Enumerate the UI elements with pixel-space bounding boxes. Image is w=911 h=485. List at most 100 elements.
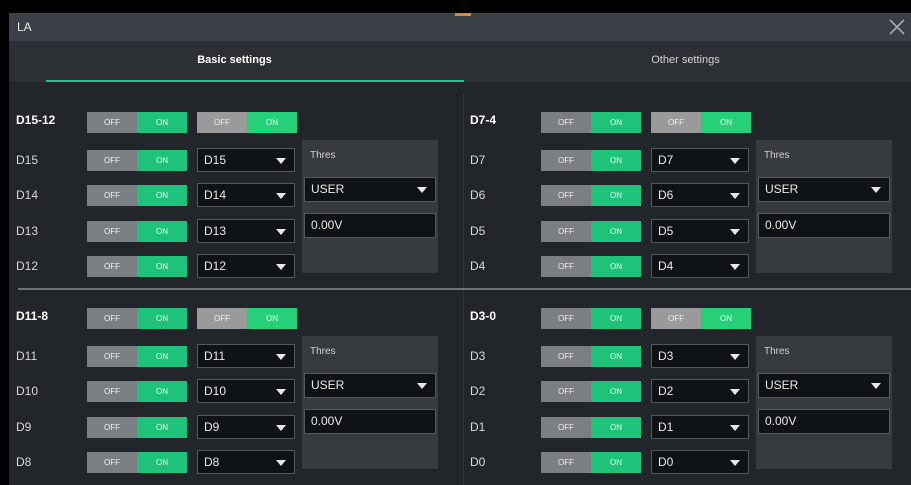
threshold-mode-select[interactable]: USER (758, 177, 890, 202)
group-on-off-toggle[interactable]: OFF ON (541, 308, 641, 329)
channel-on-off-toggle[interactable]: OFF ON (541, 221, 641, 242)
channel-label-select[interactable]: D12 (197, 254, 295, 278)
channel-on-off-toggle[interactable]: OFF ON (87, 452, 187, 473)
channel-label-select[interactable]: D5 (651, 219, 749, 243)
group-display-toggle[interactable]: OFF ON (197, 308, 297, 329)
group-display-toggle[interactable]: OFF ON (651, 308, 751, 329)
channel-on-off-toggle[interactable]: OFF ON (87, 150, 187, 171)
channel-label: D11 (16, 349, 38, 363)
channel-label-value: D7 (658, 153, 674, 167)
toggle-off-label: OFF (87, 381, 137, 402)
toggle-off-label: OFF (541, 185, 591, 206)
title-bar: LA (9, 13, 911, 41)
threshold-mode-value: USER (765, 378, 799, 392)
group-on-off-toggle[interactable]: OFF ON (87, 112, 187, 133)
threshold-label: Thres (310, 346, 336, 357)
toggle-on-label: ON (591, 150, 641, 171)
channel-label-select[interactable]: D3 (651, 344, 749, 368)
group-display-toggle[interactable]: OFF ON (197, 112, 297, 133)
channel-label-select[interactable]: D6 (651, 183, 749, 207)
chevron-down-icon (730, 193, 740, 199)
channel-on-off-toggle[interactable]: OFF ON (541, 381, 641, 402)
channel-label-select[interactable]: D7 (651, 148, 749, 172)
channel-on-off-toggle[interactable]: OFF ON (87, 221, 187, 242)
toggle-on-label: ON (137, 417, 187, 438)
threshold-label: Thres (764, 150, 790, 161)
toggle-on-label: ON (137, 256, 187, 277)
channel-label-select[interactable]: D2 (651, 379, 749, 403)
threshold-value-input[interactable]: 0.00V (304, 213, 436, 238)
chevron-down-icon (276, 229, 286, 235)
group-on-off-toggle[interactable]: OFF ON (541, 112, 641, 133)
channel-label: D12 (16, 259, 39, 273)
threshold-mode-select[interactable]: USER (304, 373, 436, 398)
channel-label-select[interactable]: D11 (197, 344, 295, 368)
group-header: D3-0 (470, 309, 497, 323)
channel-label-select[interactable]: D13 (197, 219, 295, 243)
toggle-on-label: ON (137, 221, 187, 242)
channel-label-select[interactable]: D0 (651, 450, 749, 474)
channel-on-off-toggle[interactable]: OFF ON (87, 381, 187, 402)
channel-on-off-toggle[interactable]: OFF ON (541, 150, 641, 171)
toggle-off-label: OFF (541, 256, 591, 277)
channel-on-off-toggle[interactable]: OFF ON (541, 417, 641, 438)
threshold-value-input[interactable]: 0.00V (758, 409, 890, 434)
toggle-off-label: OFF (541, 308, 591, 329)
threshold-value-input[interactable]: 0.00V (758, 213, 890, 238)
group-on-off-toggle[interactable]: OFF ON (87, 308, 187, 329)
toggle-on-label: ON (137, 346, 187, 367)
toggle-on-label: ON (701, 308, 751, 329)
chevron-down-icon (730, 354, 740, 360)
group-header: D11-8 (16, 309, 49, 323)
channel-label: D8 (16, 455, 32, 469)
toggle-on-label: ON (137, 185, 187, 206)
channel-label-select[interactable]: D15 (197, 148, 295, 172)
toggle-off-label: OFF (651, 112, 701, 133)
channel-on-off-toggle[interactable]: OFF ON (541, 452, 641, 473)
channel-label-select[interactable]: D14 (197, 183, 295, 207)
toggle-off-label: OFF (87, 308, 137, 329)
threshold-value-input[interactable]: 0.00V (304, 409, 436, 434)
channel-label-select[interactable]: D4 (651, 254, 749, 278)
channel-group-d15-12: D15-12 OFF ON OFF ON D15 OFF ON D15 D14 OFF ON D1… (16, 93, 456, 283)
tab-bar: Basic settings Other settings (9, 41, 911, 82)
channel-on-off-toggle[interactable]: OFF ON (87, 256, 187, 277)
tab-other-settings[interactable]: Other settings (460, 41, 911, 82)
toggle-on-label: ON (137, 150, 187, 171)
channel-on-off-toggle[interactable]: OFF ON (87, 346, 187, 367)
channel-on-off-toggle[interactable]: OFF ON (541, 185, 641, 206)
close-icon[interactable] (887, 17, 907, 37)
group-display-toggle[interactable]: OFF ON (651, 112, 751, 133)
channel-on-off-toggle[interactable]: OFF ON (87, 417, 187, 438)
chevron-down-icon (730, 389, 740, 395)
tab-basic-settings[interactable]: Basic settings (9, 41, 460, 82)
channel-label-select[interactable]: D10 (197, 379, 295, 403)
channel-label-value: D2 (658, 384, 674, 398)
channel-label-select[interactable]: D9 (197, 415, 295, 439)
channel-on-off-toggle[interactable]: OFF ON (541, 346, 641, 367)
chevron-down-icon (276, 460, 286, 466)
chevron-down-icon (730, 229, 740, 235)
channel-label: D3 (470, 349, 486, 363)
channel-group-d11-8: D11-8 OFF ON OFF ON D11 OFF ON D11 D10 OFF ON D10… (16, 289, 456, 479)
channel-label-value: D4 (658, 259, 674, 273)
toggle-off-label: OFF (87, 452, 137, 473)
channel-on-off-toggle[interactable]: OFF ON (541, 256, 641, 277)
threshold-panel: Thres USER 0.00V (756, 336, 892, 469)
threshold-label: Thres (764, 346, 790, 357)
toggle-on-label: ON (591, 381, 641, 402)
toggle-on-label: ON (137, 112, 187, 133)
channel-label-value: D1 (658, 420, 674, 434)
toggle-off-label: OFF (541, 150, 591, 171)
active-tab-indicator (46, 80, 464, 82)
channel-label: D5 (470, 224, 486, 238)
channel-label-select[interactable]: D8 (197, 450, 295, 474)
threshold-mode-select[interactable]: USER (758, 373, 890, 398)
toggle-on-label: ON (701, 112, 751, 133)
threshold-mode-select[interactable]: USER (304, 177, 436, 202)
chevron-down-icon (276, 389, 286, 395)
channel-on-off-toggle[interactable]: OFF ON (87, 185, 187, 206)
channel-label-select[interactable]: D1 (651, 415, 749, 439)
toggle-off-label: OFF (87, 417, 137, 438)
toggle-on-label: ON (591, 221, 641, 242)
